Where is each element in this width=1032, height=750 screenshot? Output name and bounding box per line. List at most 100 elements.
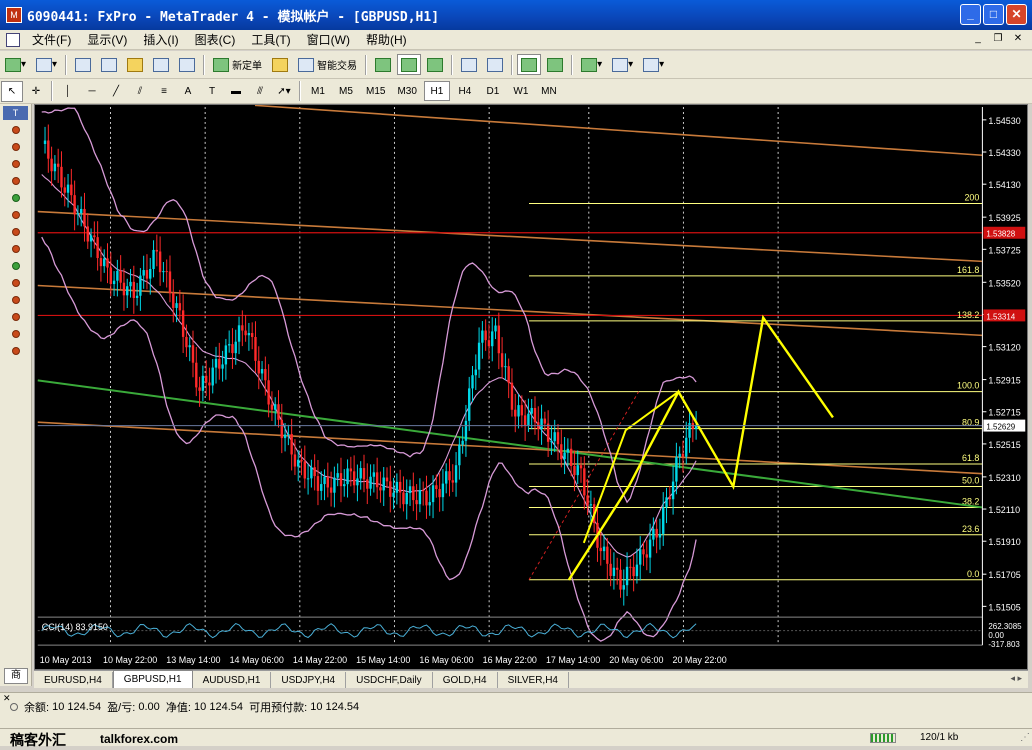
new-chart-button[interactable]: ▾ xyxy=(1,54,30,75)
panel-object[interactable] xyxy=(6,173,26,188)
candle-body xyxy=(612,567,616,576)
tab-gbpusd-h1[interactable]: GBPUSD,H1 xyxy=(112,670,193,688)
expert-trading-label: 智能交易 xyxy=(317,61,358,72)
trendline-tool[interactable]: ╱ xyxy=(105,81,127,102)
candle-body xyxy=(398,481,402,493)
candle-body xyxy=(468,388,471,421)
expert-trading-button[interactable]: 智能交易 xyxy=(294,54,361,75)
panel-object[interactable] xyxy=(6,343,26,358)
menu-file[interactable]: 文件(F) xyxy=(24,31,79,48)
tab-scroll-arrows[interactable]: ◂ ▸ xyxy=(1010,673,1022,684)
timeframe-h1[interactable]: H1 xyxy=(423,81,450,101)
menu-window[interactable]: 窗口(W) xyxy=(299,31,358,48)
document-icon[interactable] xyxy=(6,32,20,47)
text-label-tool[interactable]: T xyxy=(201,81,223,102)
chart-tabs: EURUSD,H4 GBPUSD,H1 AUDUSD,H1 USDJPY,H4 … xyxy=(34,670,1028,688)
channel-line xyxy=(37,421,983,475)
profiles-button[interactable]: ▾ xyxy=(32,54,61,75)
candle-body xyxy=(477,342,481,370)
timeframe-m30[interactable]: M30 xyxy=(392,81,421,101)
panel-object[interactable] xyxy=(6,207,26,222)
panel-object[interactable] xyxy=(6,309,26,324)
metaeditor-button[interactable] xyxy=(268,54,292,75)
panel-object[interactable] xyxy=(6,156,26,171)
tester-button[interactable] xyxy=(175,54,199,75)
zoom-in-button[interactable] xyxy=(457,54,481,75)
zoom-out-button[interactable] xyxy=(483,54,507,75)
timeframe-mn[interactable]: MN xyxy=(536,81,562,101)
candle-body xyxy=(116,270,119,281)
chart-window[interactable]: 1.54530 1.54330 1.54130 1.53925 1.53725 1.535… xyxy=(34,104,1028,670)
timeframe-d1[interactable]: D1 xyxy=(480,81,506,101)
timeframe-w1[interactable]: W1 xyxy=(508,81,534,101)
tab-gold-h4[interactable]: GOLD,H4 xyxy=(433,672,498,688)
market-watch-button[interactable] xyxy=(71,54,95,75)
objects-panel: T 商 xyxy=(0,104,32,686)
tab-silver-h4[interactable]: SILVER,H4 xyxy=(498,672,569,688)
tab-usdchf-daily[interactable]: USDCHF,Daily xyxy=(346,672,433,688)
menu-view[interactable]: 显示(V) xyxy=(79,31,135,48)
horizontal-line-tool[interactable]: ─ xyxy=(81,81,103,102)
panel-object[interactable] xyxy=(6,190,26,205)
vertical-line-tool[interactable]: │ xyxy=(57,81,79,102)
panel-object[interactable] xyxy=(6,275,26,290)
timeframe-m15[interactable]: M15 xyxy=(361,81,390,101)
minimize-button[interactable]: _ xyxy=(960,4,981,25)
auto-scroll-button[interactable] xyxy=(517,54,542,75)
candlestick-button[interactable] xyxy=(397,54,422,75)
tab-audusd-h1[interactable]: AUDUSD,H1 xyxy=(193,672,272,688)
candle-body xyxy=(310,467,313,479)
navigator-button[interactable] xyxy=(123,54,147,75)
cursor-tool[interactable]: ↖ xyxy=(1,80,23,102)
timeframe-h4[interactable]: H4 xyxy=(452,81,478,101)
mdi-restore-button[interactable]: ❐ xyxy=(990,32,1006,47)
indicators-button[interactable]: ▾ xyxy=(577,54,606,75)
panel-object[interactable] xyxy=(6,326,26,341)
equidistant-channel-tool[interactable]: ⫽ xyxy=(129,81,151,102)
tab-eurusd-h4[interactable]: EURUSD,H4 xyxy=(34,672,113,688)
price-label: 1.52915 xyxy=(988,376,1020,386)
text-tool[interactable]: A xyxy=(177,81,199,102)
free-margin-value: 10 124.54 xyxy=(310,701,360,713)
close-button[interactable]: ✕ xyxy=(1006,4,1027,25)
bar-chart-button[interactable] xyxy=(371,54,395,75)
arrows-tool[interactable]: ➚▾ xyxy=(273,81,295,102)
new-order-button[interactable]: 新定单 xyxy=(209,54,266,75)
rectangle-tool[interactable]: ▬ xyxy=(225,81,247,102)
menu-insert[interactable]: 插入(I) xyxy=(135,31,186,48)
menu-tools[interactable]: 工具(T) xyxy=(243,31,298,48)
timeframe-m1[interactable]: M1 xyxy=(305,81,331,101)
maximize-button[interactable]: □ xyxy=(983,4,1004,25)
candle-body xyxy=(415,500,418,505)
candle-body xyxy=(168,271,172,294)
panel-object[interactable] xyxy=(6,241,26,256)
panel-object[interactable] xyxy=(6,122,26,137)
fibonacci-tool[interactable]: ≡ xyxy=(153,81,175,102)
terminal-button[interactable] xyxy=(149,54,173,75)
panel-header[interactable]: T xyxy=(3,106,28,120)
candle-body xyxy=(576,465,579,476)
line-chart-button[interactable] xyxy=(423,54,447,75)
menu-help[interactable]: 帮助(H) xyxy=(358,31,415,48)
panel-object[interactable] xyxy=(6,224,26,239)
mdi-minimize-button[interactable]: _ xyxy=(970,32,986,47)
menu-charts[interactable]: 图表(C) xyxy=(187,31,244,48)
panel-object[interactable] xyxy=(6,258,26,273)
mdi-close-button[interactable]: ✕ xyxy=(1010,32,1026,47)
panel-object[interactable] xyxy=(6,292,26,307)
periods-button[interactable]: ▾ xyxy=(608,54,637,75)
timeframe-m5[interactable]: M5 xyxy=(333,81,359,101)
data-window-button[interactable] xyxy=(97,54,121,75)
tab-usdjpy-h4[interactable]: USDJPY,H4 xyxy=(271,672,347,688)
candle-body xyxy=(106,258,109,268)
templates-button[interactable]: ▾ xyxy=(639,54,668,75)
candle-body xyxy=(645,554,648,558)
chart-shift-button[interactable] xyxy=(543,54,567,75)
candle-body xyxy=(474,369,477,376)
candle-body xyxy=(181,310,185,337)
crosshair-tool[interactable]: ✛ xyxy=(25,81,47,102)
panel-object[interactable] xyxy=(6,139,26,154)
price-chart[interactable]: 1.54530 1.54330 1.54130 1.53925 1.53725 1.535… xyxy=(34,104,1028,670)
gann-tool[interactable]: ⫻ xyxy=(249,81,271,102)
panel-bottom-tab[interactable]: 商 xyxy=(4,668,28,684)
